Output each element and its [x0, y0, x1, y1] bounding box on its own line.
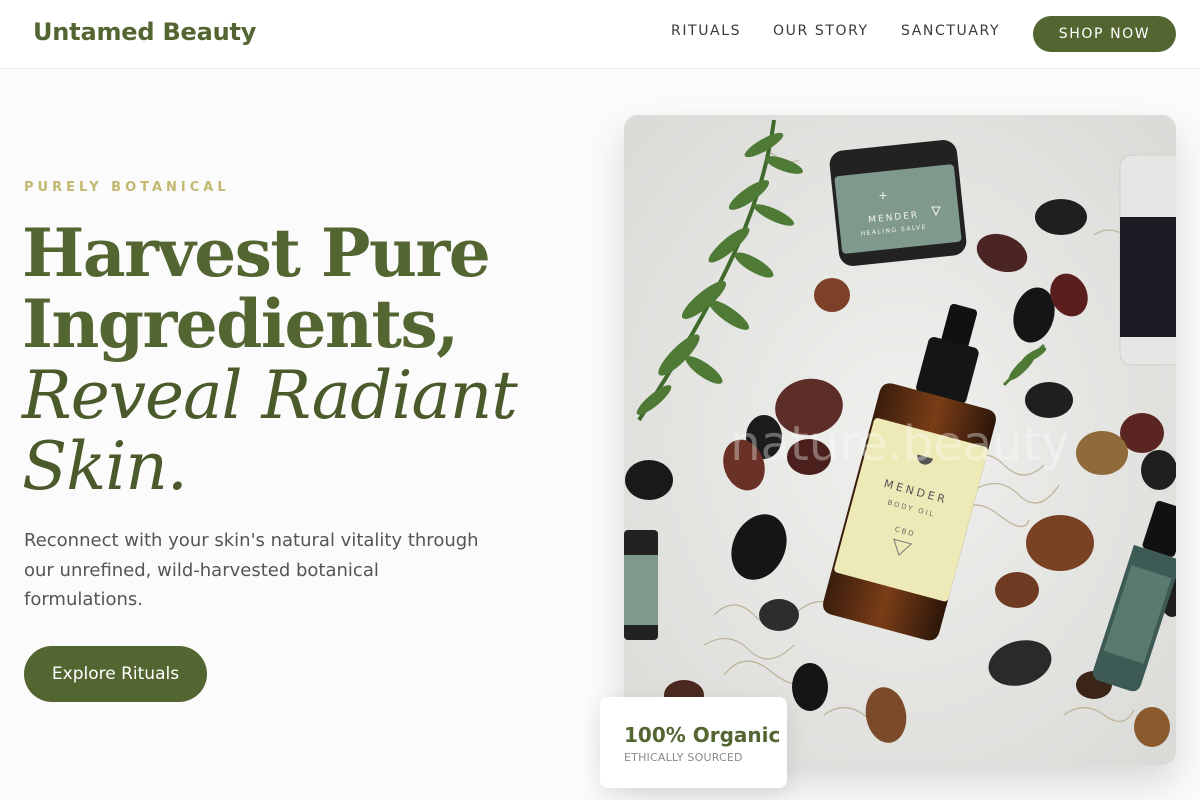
product-photo: MENDER HEALING SALVE + MENDER BODY OIL C…	[624, 115, 1176, 765]
shop-now-button[interactable]: SHOP NOW	[1033, 16, 1176, 52]
product-illustration: MENDER HEALING SALVE + MENDER BODY OIL C…	[624, 115, 1176, 765]
headline-italic-line-1: Reveal Radiant	[22, 357, 518, 434]
organic-badge: 100% Organic ETHICALLY SOURCED	[600, 697, 787, 788]
nav-link-sanctuary[interactable]: SANCTUARY	[901, 23, 1000, 39]
headline-line-2: Ingredients,	[22, 285, 459, 363]
salve-jar: MENDER HEALING SALVE +	[829, 140, 967, 266]
explore-rituals-button[interactable]: Explore Rituals	[24, 646, 207, 702]
hero-description: Reconnect with your skin's natural vital…	[24, 530, 479, 610]
badge-subtitle: ETHICALLY SOURCED	[624, 751, 743, 764]
side-jar	[1119, 154, 1176, 366]
headline-line-1: Harvest Pure	[22, 214, 491, 292]
hero-eyebrow: PURELY BOTANICAL	[24, 180, 230, 195]
hero-headline: Harvest Pure Ingredients, Reveal Radiant…	[22, 214, 582, 505]
nav-link-rituals[interactable]: RITUALS	[671, 23, 741, 39]
left-jar-label	[624, 555, 658, 625]
site-header: Untamed Beauty RITUALS OUR STORY SANCTUA…	[0, 0, 1200, 69]
nav-link-our-story[interactable]: OUR STORY	[773, 23, 869, 39]
headline-italic-line-2: Skin.	[22, 428, 188, 505]
plus-icon: +	[879, 187, 887, 203]
brand-logo[interactable]: Untamed Beauty	[33, 18, 256, 46]
badge-title: 100% Organic	[624, 723, 781, 747]
watermark-text: nature.beauty	[730, 416, 1070, 472]
